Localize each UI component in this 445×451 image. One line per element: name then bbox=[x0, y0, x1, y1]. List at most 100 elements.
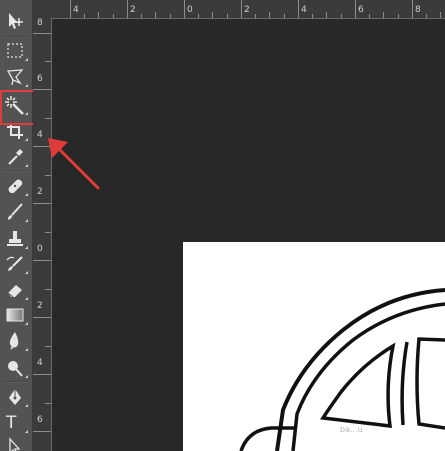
ruler-minor-tick bbox=[113, 14, 114, 18]
ruler-minor-tick bbox=[155, 12, 156, 18]
eraser-icon bbox=[7, 285, 22, 298]
ruler-major-tick bbox=[33, 431, 51, 432]
ruler-label: 2 bbox=[244, 5, 250, 15]
dodge-icon bbox=[8, 361, 23, 377]
horizontal-ruler[interactable]: 4 2 0 2 4 6 8 bbox=[33, 0, 445, 19]
ruler-minor-tick bbox=[212, 12, 213, 18]
clone-stamp-tool[interactable] bbox=[0, 226, 32, 252]
car-outline-drawing bbox=[239, 288, 445, 451]
blur-tool[interactable] bbox=[0, 328, 32, 354]
ruler-minor-tick bbox=[141, 14, 142, 18]
path-selection-icon bbox=[9, 437, 21, 451]
ruler-minor-tick bbox=[312, 14, 313, 18]
ruler-label: 0 bbox=[37, 244, 43, 254]
ruler-minor-tick bbox=[326, 12, 327, 18]
annotation-arrow bbox=[48, 138, 100, 190]
ruler-major-tick bbox=[355, 0, 356, 18]
ruler-minor-tick bbox=[45, 232, 51, 233]
tool-group-indicator bbox=[25, 271, 28, 274]
ruler-label: 4 bbox=[37, 358, 43, 368]
type-icon: T bbox=[6, 413, 17, 433]
ruler-label: 6 bbox=[358, 5, 364, 15]
history-brush-tool[interactable] bbox=[0, 251, 32, 277]
ruler-label: 6 bbox=[37, 415, 43, 425]
tools-panel: T bbox=[0, 0, 39, 451]
gradient-tool[interactable] bbox=[0, 302, 32, 328]
ruler-minor-tick bbox=[45, 118, 51, 119]
tool-group-indicator bbox=[25, 193, 28, 196]
healing-brush-tool[interactable] bbox=[0, 173, 32, 199]
pen-tool[interactable] bbox=[0, 384, 32, 410]
document-canvas[interactable] bbox=[183, 242, 445, 451]
ruler-label: 8 bbox=[415, 5, 421, 15]
tool-group-indicator bbox=[25, 404, 28, 407]
path-selection-tool[interactable] bbox=[0, 434, 32, 451]
stamp-icon bbox=[7, 231, 23, 246]
rectangle-marquee-icon bbox=[7, 43, 23, 58]
tool-group-indicator bbox=[25, 430, 28, 433]
ruler-label: 8 bbox=[37, 18, 43, 28]
tool-group-indicator bbox=[25, 348, 28, 351]
tool-group-indicator bbox=[25, 322, 28, 325]
move-icon bbox=[9, 13, 23, 29]
dodge-tool[interactable] bbox=[0, 355, 32, 381]
ruler-major-tick bbox=[412, 0, 413, 18]
blur-drop-icon bbox=[9, 332, 19, 350]
toolbar-separator bbox=[4, 170, 28, 172]
ruler-minor-tick bbox=[45, 61, 51, 62]
ruler-minor-tick bbox=[227, 14, 228, 18]
toolbar-separator bbox=[4, 381, 28, 383]
eyedropper-icon bbox=[8, 149, 23, 165]
tool-group-indicator bbox=[25, 219, 28, 222]
brush-icon bbox=[8, 203, 23, 220]
ruler-minor-tick bbox=[369, 14, 370, 18]
vertical-ruler[interactable]: 8 6 4 2 0 2 4 6 bbox=[33, 18, 52, 451]
tool-group-indicator bbox=[25, 246, 28, 249]
tool-group-indicator bbox=[25, 138, 28, 141]
ruler-minor-tick bbox=[269, 12, 270, 18]
ruler-major-tick bbox=[70, 0, 71, 18]
ruler-minor-tick bbox=[383, 12, 384, 18]
ruler-major-tick bbox=[33, 317, 51, 318]
lasso-tool[interactable] bbox=[0, 64, 32, 90]
marquee-tool[interactable] bbox=[0, 38, 32, 64]
eyedropper-tool[interactable] bbox=[0, 144, 32, 170]
ruler-label: 6 bbox=[37, 74, 43, 84]
ruler-minor-tick bbox=[440, 12, 441, 18]
ruler-major-tick bbox=[33, 260, 51, 261]
ruler-minor-tick bbox=[45, 346, 51, 347]
ruler-minor-tick bbox=[98, 12, 99, 18]
tool-group-indicator bbox=[25, 58, 28, 61]
tool-group-indicator bbox=[25, 164, 28, 167]
ruler-minor-tick bbox=[45, 403, 51, 404]
ruler-major-tick bbox=[298, 0, 299, 18]
ruler-minor-tick bbox=[426, 14, 427, 18]
ruler-label: 2 bbox=[130, 5, 136, 15]
eraser-tool[interactable] bbox=[0, 277, 32, 303]
pen-icon bbox=[9, 389, 21, 405]
type-tool[interactable]: T bbox=[0, 410, 32, 436]
ruler-minor-tick bbox=[255, 14, 256, 18]
ruler-major-tick bbox=[184, 0, 185, 18]
ruler-minor-tick bbox=[198, 14, 199, 18]
bandage-icon bbox=[8, 179, 23, 194]
ruler-major-tick bbox=[33, 89, 51, 90]
ruler-major-tick bbox=[33, 374, 51, 375]
ruler-label: 2 bbox=[37, 301, 43, 311]
tool-group-indicator bbox=[25, 84, 28, 87]
ruler-minor-tick bbox=[170, 14, 171, 18]
polygonal-lasso-icon bbox=[6, 69, 24, 86]
ruler-minor-tick bbox=[84, 14, 85, 18]
move-tool[interactable] bbox=[0, 8, 32, 34]
ruler-minor-tick bbox=[398, 14, 399, 18]
ruler-minor-tick bbox=[341, 14, 342, 18]
ruler-major-tick bbox=[241, 0, 242, 18]
ruler-minor-tick bbox=[45, 289, 51, 290]
ruler-major-tick bbox=[33, 33, 51, 34]
brush-tool[interactable] bbox=[0, 199, 32, 225]
history-brush-icon bbox=[6, 256, 23, 271]
ruler-minor-tick bbox=[284, 14, 285, 18]
photoshop-workspace: T 4 2 0 2 4 6 8 8 6 4 2 0 2 4 6 ba...u bbox=[0, 0, 445, 451]
ruler-label: 4 bbox=[301, 5, 307, 15]
ruler-label: 4 bbox=[73, 5, 79, 15]
